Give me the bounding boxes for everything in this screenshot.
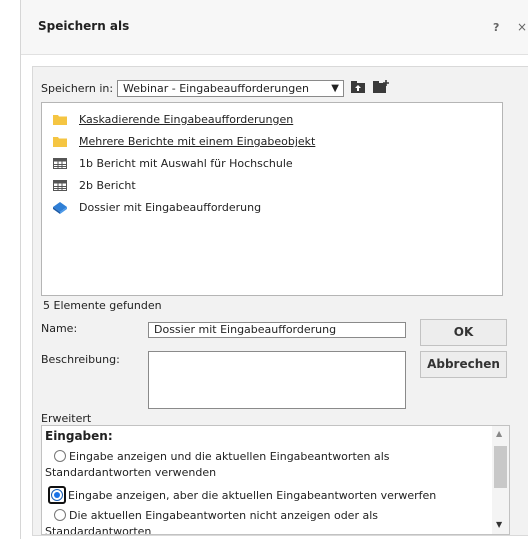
radio-button-selected[interactable] bbox=[51, 489, 63, 501]
dialog-body: Speichern in: Webinar - Eingabeaufforder… bbox=[32, 66, 528, 536]
description-textarea[interactable] bbox=[148, 351, 406, 409]
dossier-icon bbox=[53, 202, 67, 214]
up-folder-icon[interactable] bbox=[351, 81, 365, 93]
prompt-option-discard-answers[interactable]: Eingabe anzeigen, aber die aktuellen Ein… bbox=[45, 486, 485, 504]
chevron-down-icon: ▼ bbox=[331, 83, 339, 94]
ok-button[interactable]: OK bbox=[420, 319, 507, 346]
advanced-options-panel: Eingaben: Eingabe anzeigen und die aktue… bbox=[41, 425, 510, 535]
scroll-down-arrow-icon[interactable]: ▼ bbox=[496, 520, 502, 529]
save-location-label: Speichern in: bbox=[41, 82, 114, 95]
save-location-value: Webinar - Eingabeaufforderungen bbox=[123, 82, 309, 95]
folder-icon bbox=[53, 137, 67, 147]
cancel-button[interactable]: Abbrechen bbox=[420, 351, 507, 378]
help-button[interactable]: ? bbox=[493, 21, 499, 34]
file-list-item-name: Dossier mit Eingabeaufforderung bbox=[79, 201, 262, 214]
prompt-option-hide-answers[interactable]: Die aktuellen Eingabeantworten nicht anz… bbox=[45, 508, 485, 535]
prompts-heading: Eingaben: bbox=[45, 429, 113, 443]
file-list-item-name: 2b Bericht bbox=[79, 179, 136, 192]
new-folder-icon[interactable] bbox=[373, 80, 389, 93]
report-grid-icon bbox=[53, 158, 67, 169]
description-label: Beschreibung: bbox=[41, 353, 120, 366]
save-as-dialog: Speichern als ? × Speichern in: Webinar … bbox=[20, 0, 528, 539]
prompt-option-text: Eingabe anzeigen, aber die aktuellen Ein… bbox=[68, 489, 437, 502]
radio-button[interactable] bbox=[54, 450, 66, 462]
report-grid-icon bbox=[53, 180, 67, 191]
advanced-label: Erweitert bbox=[41, 412, 92, 425]
advanced-scrollbar[interactable]: ▲ ▼ bbox=[492, 426, 509, 534]
save-location-dropdown[interactable]: Webinar - Eingabeaufforderungen ▼ bbox=[117, 80, 344, 97]
dialog-title: Speichern als bbox=[38, 19, 130, 33]
name-input[interactable]: Dossier mit Eingabeaufforderung bbox=[148, 322, 406, 338]
folder-icon bbox=[53, 115, 67, 125]
close-button[interactable]: × bbox=[517, 20, 527, 34]
file-list-item-name: Kaskadierende Eingabeaufforderungen bbox=[79, 113, 294, 126]
item-count-status: 5 Elemente gefunden bbox=[43, 299, 162, 312]
file-list[interactable]: Kaskadierende Eingabeaufforderungen Mehr… bbox=[41, 102, 503, 296]
dialog-titlebar: Speichern als ? × bbox=[21, 0, 528, 55]
prompt-option-text: Eingabe anzeigen und die aktuellen Einga… bbox=[45, 450, 390, 479]
prompt-option-keep-answers[interactable]: Eingabe anzeigen und die aktuellen Einga… bbox=[45, 449, 485, 481]
name-label: Name: bbox=[41, 322, 78, 335]
radio-focus-ring bbox=[48, 486, 66, 504]
scroll-up-arrow-icon[interactable]: ▲ bbox=[496, 429, 502, 438]
name-input-value: Dossier mit Eingabeaufforderung bbox=[154, 323, 337, 336]
radio-button[interactable] bbox=[54, 509, 66, 521]
file-list-item-name: 1b Bericht mit Auswahl für Hochschule bbox=[79, 157, 293, 170]
file-list-item-name: Mehrere Berichte mit einem Eingabeobjekt bbox=[79, 135, 316, 148]
scrollbar-thumb[interactable] bbox=[494, 446, 507, 488]
prompt-option-text: Die aktuellen Eingabeantworten nicht anz… bbox=[45, 509, 378, 535]
